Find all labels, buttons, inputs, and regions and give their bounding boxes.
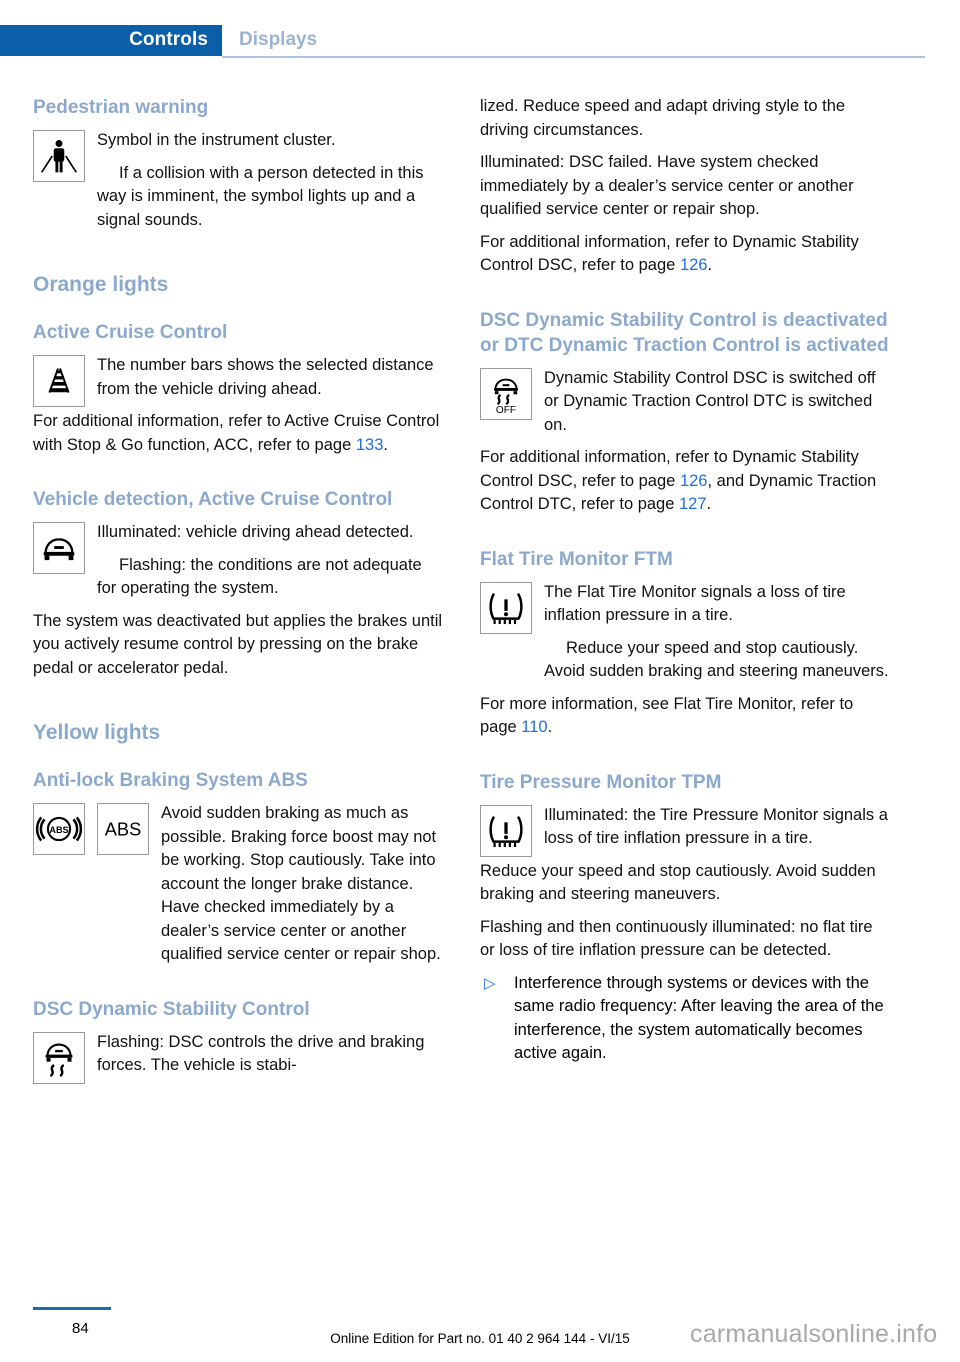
dsc-cont-p3: For additional information, refer to Dyn… — [480, 231, 890, 278]
vehicle-detection-icon-block: Illuminated: vehicle driving ahead detec… — [33, 521, 443, 610]
heading-tire-pressure-monitor: Tire Pressure Monitor TPM — [480, 771, 722, 793]
section-flat-tire-monitor: Flat Tire Monitor FTM The Flat Tire Moni… — [480, 547, 890, 740]
vehicle-detection-icon-text: Illuminated: vehicle driving ahead detec… — [97, 521, 443, 610]
tpm-p2: Reduce your speed and stop cautiously. A… — [480, 861, 876, 904]
acc-p1: The number bars shows the selected dista… — [97, 356, 434, 398]
heading-orange-lights: Orange lights — [33, 273, 169, 296]
dsc-icon-block: Flashing: DSC controls the drive and bra… — [33, 1031, 443, 1087]
tab-controls-label: Controls — [129, 29, 208, 50]
page-header: Controls Displays — [0, 0, 960, 62]
heading-active-cruise-control: Active Cruise Control — [33, 322, 228, 343]
vehicle-detection-p2: Flashing: the conditions are not adequat… — [97, 555, 422, 598]
dsc-off-icon: OFF — [480, 367, 532, 420]
section-vehicle-detection: Vehicle detection, Active Cruise Control… — [33, 487, 443, 680]
dsc-off-icon-block: OFF Dynamic Stability Control DSC is swi… — [480, 367, 890, 447]
ftm-p1: The Flat Tire Monitor signals a loss of … — [544, 582, 846, 625]
ftm-p2: Reduce your speed and stop cautiously. A… — [544, 638, 889, 681]
pedestrian-icon-block: Symbol in the instrument cluster. If a c… — [33, 129, 443, 241]
heading-yellow-lights: Yellow lights — [33, 721, 161, 744]
ftm-icon-text: The Flat Tire Monitor signals a loss of … — [544, 581, 890, 693]
abs-p1: Avoid sudden braking as much as possible… — [161, 804, 441, 963]
heading-dsc: DSC Dynamic Stability Control — [33, 998, 310, 1020]
dsc-skid-icon — [33, 1031, 85, 1084]
acc-distance-bars-icon — [33, 355, 85, 407]
abs-icon-text: Avoid sudden braking as much as possible… — [161, 802, 443, 976]
ftm-p3-b: . — [547, 718, 553, 736]
heading-flat-tire-monitor: Flat Tire Monitor FTM — [480, 548, 673, 570]
tpm-p3: Flashing and then continuously illuminat… — [480, 917, 873, 960]
dsc-cont-p1: lized. Reduce speed and adapt driving st… — [480, 97, 846, 139]
section-dsc: DSC Dynamic Stability Control Flashing: … — [33, 997, 443, 1087]
pedestrian-icon-text: Symbol in the instrument cluster. If a c… — [97, 129, 443, 241]
ftm-page-link[interactable]: 110 — [521, 718, 547, 736]
ftm-icon-block: The Flat Tire Monitor signals a loss of … — [480, 581, 890, 693]
dsc-off-icon-label: OFF — [496, 405, 516, 416]
dsc-off-p2-c: . — [706, 495, 712, 513]
dsc-off-page-link-1[interactable]: 126 — [680, 472, 708, 490]
abs-icon-block: ABS ABS Avoid sudden braking as much as … — [33, 802, 443, 976]
heading-pedestrian-warning: Pedestrian warning — [33, 97, 209, 118]
section-abs: Anti-lock Braking System ABS ABS ABS Avo… — [33, 768, 443, 976]
dsc-off-p1: Dynamic Stability Control DSC is switche… — [544, 368, 876, 434]
dsc-cont-p3-a: For additional information, refer to Dyn… — [480, 232, 859, 275]
section-pedestrian-warning: Pedestrian warning Symbol in the instrum… — [33, 95, 443, 241]
dsc-icon-text: Flashing: DSC controls the drive and bra… — [97, 1031, 443, 1087]
vehicle-front-icon — [33, 522, 85, 574]
ftm-p3: For more information, see Flat Tire Moni… — [480, 693, 890, 740]
section-tire-pressure-monitor: Tire Pressure Monitor TPM Illuminated: t… — [480, 770, 890, 1066]
tire-pressure-warning-icon — [480, 804, 532, 857]
left-column: Pedestrian warning Symbol in the instrum… — [33, 95, 443, 1087]
tpm-icon-block: Illuminated: the Tire Pressure Monitor s… — [480, 804, 890, 860]
tpm-bullet-text: Interference through systems or devices … — [514, 973, 884, 1063]
right-column: lized. Reduce speed and adapt driving st… — [480, 95, 890, 1075]
tpm-p1: Illuminated: the Tire Pressure Monitor s… — [544, 805, 888, 848]
heading-vehicle-detection: Vehicle detection, Active Cruise Control — [33, 489, 393, 510]
tpm-bullet-item: ▷ Interference through systems or device… — [480, 972, 890, 1066]
dsc-off-icon-text: Dynamic Stability Control DSC is switche… — [544, 367, 890, 447]
dsc-cont-p2: Illuminated: DSC failed. Have system che… — [480, 153, 854, 218]
site-watermark: carmanualsonline.info — [690, 1320, 938, 1348]
svg-text:ABS: ABS — [105, 819, 142, 840]
heading-dsc-off: DSC Dynamic Stability Control is deactiv… — [480, 309, 889, 356]
footer-divider — [33, 1307, 111, 1310]
tire-pressure-warning-icon — [480, 581, 532, 634]
pedestrian-p2: If a collision with a person detected in… — [97, 163, 424, 229]
dsc-p1: Flashing: DSC controls the drive and bra… — [97, 1032, 425, 1075]
acc-p2-b: . — [383, 435, 388, 454]
pedestrian-p1: Symbol in the instrument cluster. — [97, 131, 336, 149]
triangle-bullet-icon: ▷ — [484, 974, 496, 992]
section-dsc-off: DSC Dynamic Stability Control is deactiv… — [480, 308, 890, 517]
section-active-cruise-control: Active Cruise Control The number bars sh… — [33, 320, 443, 457]
abs-text-icon: ABS — [97, 803, 149, 855]
header-divider — [222, 56, 925, 58]
dsc-cont-p3-b: . — [707, 256, 713, 274]
tab-controls[interactable]: Controls — [0, 25, 222, 56]
abs-circle-icon: ABS — [33, 803, 85, 855]
svg-text:ABS: ABS — [49, 825, 68, 835]
pedestrian-warning-icon — [33, 130, 85, 182]
dsc-cont-page-link[interactable]: 126 — [680, 256, 708, 274]
tpm-icon-text: Illuminated: the Tire Pressure Monitor s… — [544, 804, 890, 860]
acc-icon-text: The number bars shows the selected dista… — [97, 354, 443, 410]
acc-p2: For additional information, refer to Act… — [33, 410, 443, 457]
acc-icon-block: The number bars shows the selected dista… — [33, 354, 443, 410]
tab-displays[interactable]: Displays — [239, 29, 317, 51]
heading-abs: Anti-lock Braking System ABS — [33, 770, 308, 791]
vehicle-detection-p1: Illuminated: vehicle driving ahead detec… — [97, 523, 414, 541]
vehicle-detection-p3: The system was deactivated but applies t… — [33, 611, 443, 677]
section-dsc-continued: lized. Reduce speed and adapt driving st… — [480, 95, 890, 278]
acc-page-link[interactable]: 133 — [356, 436, 384, 454]
dsc-off-page-link-2[interactable]: 127 — [679, 495, 707, 513]
dsc-off-p2: For additional information, refer to Dyn… — [480, 446, 890, 517]
